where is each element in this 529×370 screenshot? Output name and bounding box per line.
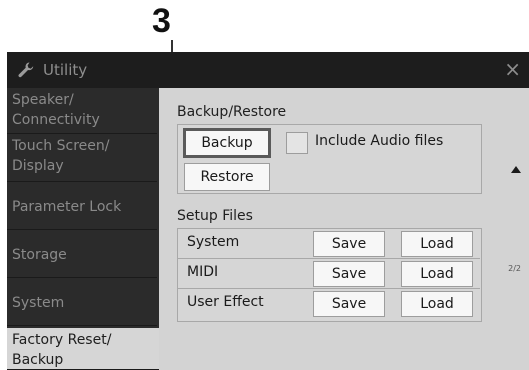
- setup-row-midi: MIDI Save Load: [177, 259, 480, 289]
- setup-row-label: User Effect: [187, 294, 264, 310]
- sidebar-item-storage[interactable]: Storage: [7, 232, 157, 278]
- setup-row-label: MIDI: [187, 264, 219, 280]
- wrench-icon: [18, 62, 34, 78]
- window-title: Utility: [43, 61, 88, 79]
- sidebar: Speaker/ Connectivity Touch Screen/ Disp…: [7, 88, 167, 370]
- callout-number: 3: [152, 2, 171, 40]
- restore-button[interactable]: Restore: [184, 163, 270, 191]
- backup-button[interactable]: Backup: [183, 128, 271, 158]
- scroll-up-icon[interactable]: [511, 166, 521, 173]
- setup-files-heading: Setup Files: [177, 208, 253, 224]
- backup-restore-group: Backup Include Audio files Restore: [177, 124, 482, 194]
- user-effect-save-button[interactable]: Save: [313, 291, 385, 317]
- sidebar-item-touch-screen-display[interactable]: Touch Screen/ Display: [7, 136, 157, 182]
- sidebar-item-factory-reset-backup[interactable]: Factory Reset/ Backup: [7, 328, 167, 370]
- title-bar: Utility ×: [7, 52, 529, 88]
- setup-row-system: System Save Load: [177, 229, 480, 259]
- sidebar-item-system[interactable]: System: [7, 280, 157, 326]
- utility-screen: Utility × Speaker/ Connectivity Touch Sc…: [7, 52, 529, 370]
- include-audio-checkbox[interactable]: [286, 132, 308, 154]
- backup-restore-heading: Backup/Restore: [177, 104, 287, 120]
- user-effect-load-button[interactable]: Load: [401, 291, 473, 317]
- sidebar-item-speaker-connectivity[interactable]: Speaker/ Connectivity: [7, 90, 157, 134]
- setup-row-user-effect: User Effect Save Load: [177, 289, 480, 319]
- system-load-button[interactable]: Load: [401, 231, 473, 257]
- midi-load-button[interactable]: Load: [401, 261, 473, 287]
- main-panel: Backup/Restore Backup Include Audio file…: [159, 88, 529, 370]
- page-indicator: 2/2: [508, 264, 521, 273]
- include-audio-label: Include Audio files: [315, 133, 444, 149]
- setup-row-label: System: [187, 234, 240, 250]
- midi-save-button[interactable]: Save: [313, 261, 385, 287]
- close-icon[interactable]: ×: [504, 58, 521, 80]
- sidebar-item-parameter-lock[interactable]: Parameter Lock: [7, 184, 157, 230]
- system-save-button[interactable]: Save: [313, 231, 385, 257]
